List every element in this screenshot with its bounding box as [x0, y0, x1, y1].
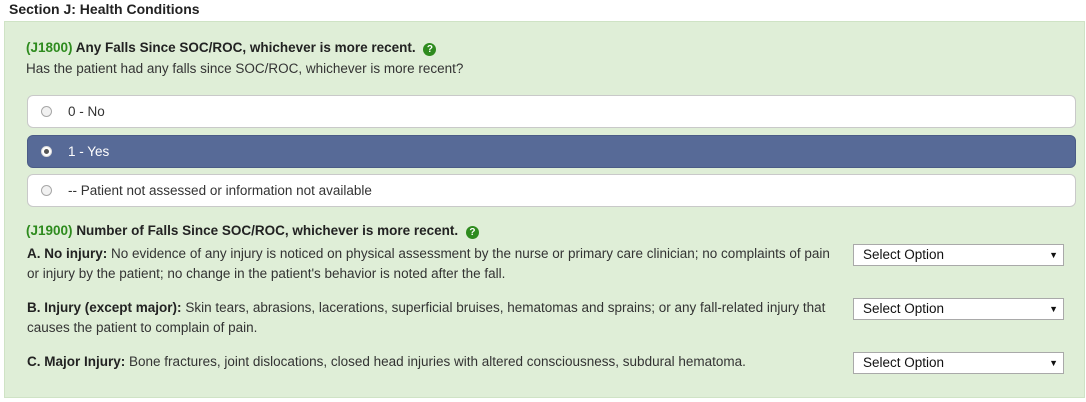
- option-label: 1 - Yes: [68, 144, 110, 159]
- health-conditions-panel: (J1800) Any Falls Since SOC/ROC, whichev…: [4, 21, 1085, 398]
- radio-button[interactable]: [41, 106, 52, 117]
- radio-button[interactable]: [41, 146, 52, 157]
- section-title: Section J: Health Conditions: [9, 1, 200, 17]
- j1900-row-c: C. Major Injury: Bone fractures, joint d…: [27, 352, 837, 372]
- caret-down-icon: ▼: [1049, 304, 1058, 314]
- row-description: Bone fractures, joint dislocations, clos…: [129, 354, 746, 369]
- select-value: Select Option: [863, 247, 945, 262]
- j1800-title-text: Any Falls Since SOC/ROC, whichever is mo…: [75, 40, 416, 55]
- row-label: A. No injury:: [27, 246, 108, 261]
- select-value: Select Option: [863, 301, 945, 316]
- j1900-row-a: A. No injury: No evidence of any injury …: [27, 244, 837, 284]
- row-label: B. Injury (except major):: [27, 300, 182, 315]
- question-circle-icon[interactable]: ?: [465, 226, 479, 239]
- question-circle-icon[interactable]: ?: [423, 43, 437, 56]
- j1900-row-b: B. Injury (except major): Skin tears, ab…: [27, 298, 837, 338]
- caret-down-icon: ▼: [1049, 358, 1058, 368]
- j1900-code: (J1900): [26, 223, 73, 238]
- injury-except-major-select[interactable]: Select Option ▼: [853, 298, 1064, 320]
- row-description: No evidence of any injury is noticed on …: [27, 246, 830, 281]
- option-1-yes[interactable]: 1 - Yes: [27, 135, 1076, 168]
- option-not-assessed[interactable]: -- Patient not assessed or information n…: [27, 174, 1076, 207]
- caret-down-icon: ▼: [1049, 250, 1058, 260]
- option-label: -- Patient not assessed or information n…: [68, 183, 372, 198]
- j1900-title-text: Number of Falls Since SOC/ROC, whichever…: [76, 223, 459, 238]
- j1800-subtitle: Has the patient had any falls since SOC/…: [26, 61, 464, 76]
- major-injury-select[interactable]: Select Option ▼: [853, 352, 1064, 374]
- select-value: Select Option: [863, 355, 945, 370]
- row-label: C. Major Injury:: [27, 354, 126, 369]
- option-0-no[interactable]: 0 - No: [27, 95, 1076, 128]
- radio-button[interactable]: [41, 185, 52, 196]
- j1900-title: (J1900) Number of Falls Since SOC/ROC, w…: [26, 222, 479, 240]
- j1800-title: (J1800) Any Falls Since SOC/ROC, whichev…: [26, 39, 437, 57]
- j1800-code: (J1800): [26, 40, 73, 55]
- option-label: 0 - No: [68, 104, 105, 119]
- no-injury-select[interactable]: Select Option ▼: [853, 244, 1064, 266]
